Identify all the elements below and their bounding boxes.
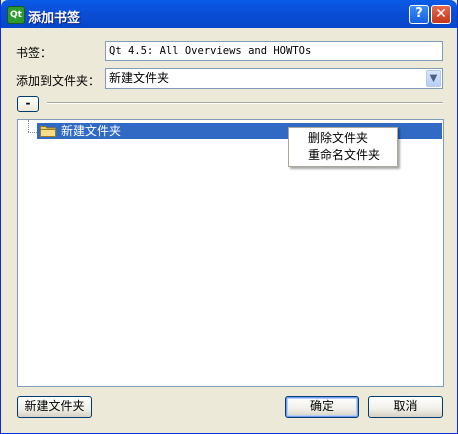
- cancel-button[interactable]: 取消: [368, 396, 443, 418]
- bookmark-label: 书签：: [16, 46, 53, 60]
- folder-icon: [40, 126, 56, 137]
- menu-item-rename-folder[interactable]: 重命名文件夹: [289, 147, 397, 164]
- bookmark-name-input[interactable]: Qt 4.5: All Overviews and HOWTOs: [105, 41, 443, 61]
- separator-line: [47, 102, 443, 104]
- add-bookmark-dialog: Qt 添加书签 ? ✕ 书签： Qt 4.5: All Overviews an…: [0, 0, 458, 434]
- new-folder-button[interactable]: 新建文件夹: [17, 396, 92, 418]
- title-bar[interactable]: Qt 添加书签 ? ✕: [1, 0, 457, 28]
- ok-button[interactable]: 确定: [285, 396, 359, 418]
- tree-branch-line: [28, 120, 29, 132]
- close-button[interactable]: ✕: [431, 5, 451, 24]
- chevron-down-icon[interactable]: ▼: [426, 70, 441, 87]
- folder-combobox[interactable]: 新建文件夹 ▼: [105, 68, 443, 89]
- folder-combobox-value: 新建文件夹: [109, 71, 170, 85]
- qt-logo-icon: Qt: [7, 6, 25, 24]
- tree-item-label: 新建文件夹: [61, 124, 122, 138]
- help-button[interactable]: ?: [409, 5, 429, 24]
- menu-item-delete-folder[interactable]: 删除文件夹: [289, 130, 397, 147]
- context-menu: 删除文件夹 重命名文件夹: [288, 127, 398, 167]
- collapse-toggle-button[interactable]: -: [17, 96, 39, 112]
- add-to-folder-label: 添加到文件夹：: [16, 74, 101, 88]
- tree-branch-line: [28, 132, 37, 133]
- window-title: 添加书签: [28, 11, 81, 26]
